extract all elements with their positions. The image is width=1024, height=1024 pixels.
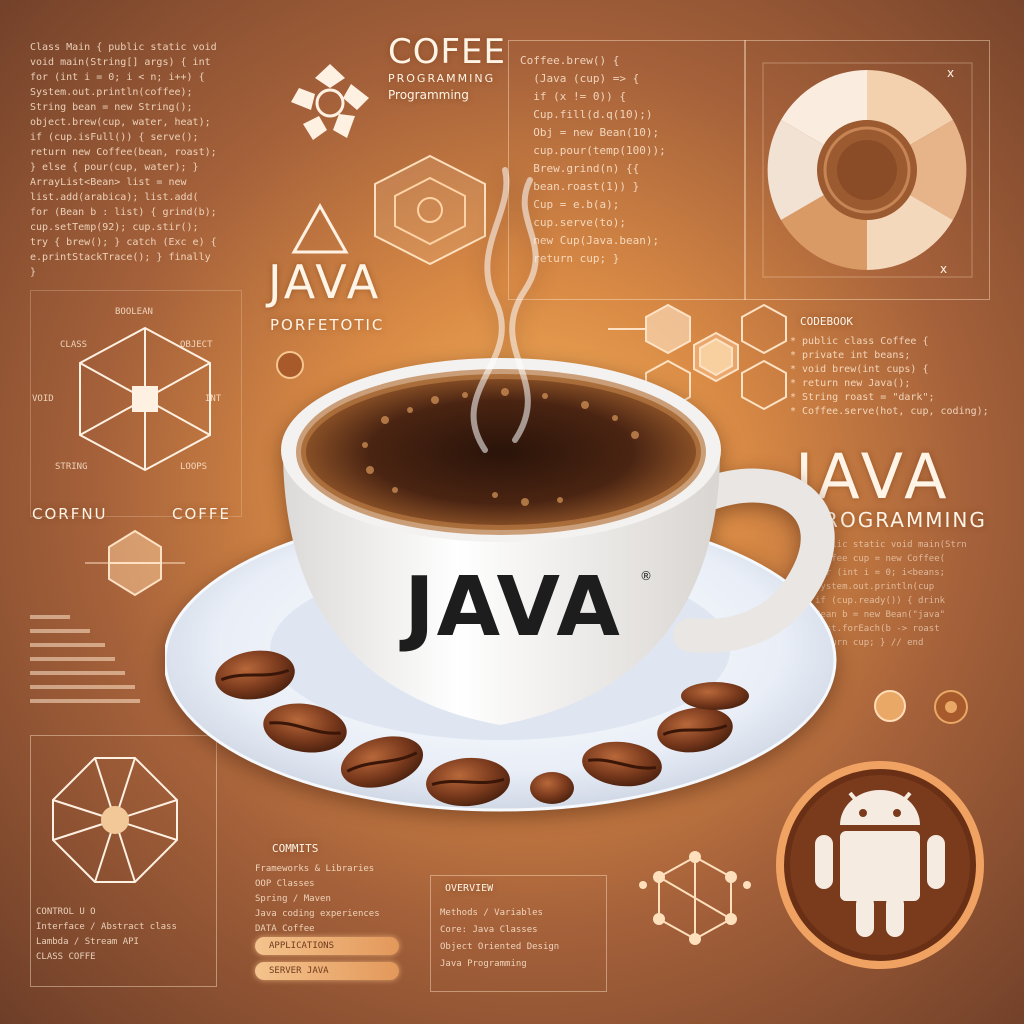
corfnu-label: CORFNU (32, 505, 108, 523)
node-graph-icon (635, 845, 755, 955)
commits-title: COMMITS (272, 842, 319, 855)
hexagon-cycle-icon (285, 58, 375, 148)
commits-lines: Frameworks & Libraries OOP Classes Sprin… (255, 864, 380, 934)
gear-icon (925, 685, 977, 729)
server-java-pill: SERVER JAVA (255, 962, 399, 980)
applications-pill: APPLICATIONS (255, 937, 399, 955)
cofee-subtitle-2: Programming (388, 88, 469, 102)
octagon-network-icon (45, 750, 185, 890)
hex-label-tl: CLASS (60, 340, 88, 350)
hex-label-bl: STRING (55, 462, 88, 472)
svg-text:x: x (940, 262, 947, 276)
overview-lines: Methods / Variables Core: Java Classes O… (440, 908, 560, 969)
cofee-subtitle-1: PROGRAMMING (388, 72, 496, 85)
hex-label-top: BOOLEAN (115, 307, 153, 317)
cofee-title: COFEE (388, 32, 507, 72)
svg-text:x: x (947, 66, 954, 80)
coffee-bean-icon (215, 650, 749, 807)
coffee-beans (210, 640, 770, 820)
hex-label-l: VOID (32, 394, 54, 404)
cup-logo-registered: ® (640, 569, 652, 583)
bottom-left-lines: CONTROL U O Interface / Abstract class L… (36, 907, 177, 962)
overview-title: OVERVIEW (445, 883, 494, 894)
bean-dot-icon-right (872, 688, 908, 724)
stripes-decoration (30, 615, 140, 715)
